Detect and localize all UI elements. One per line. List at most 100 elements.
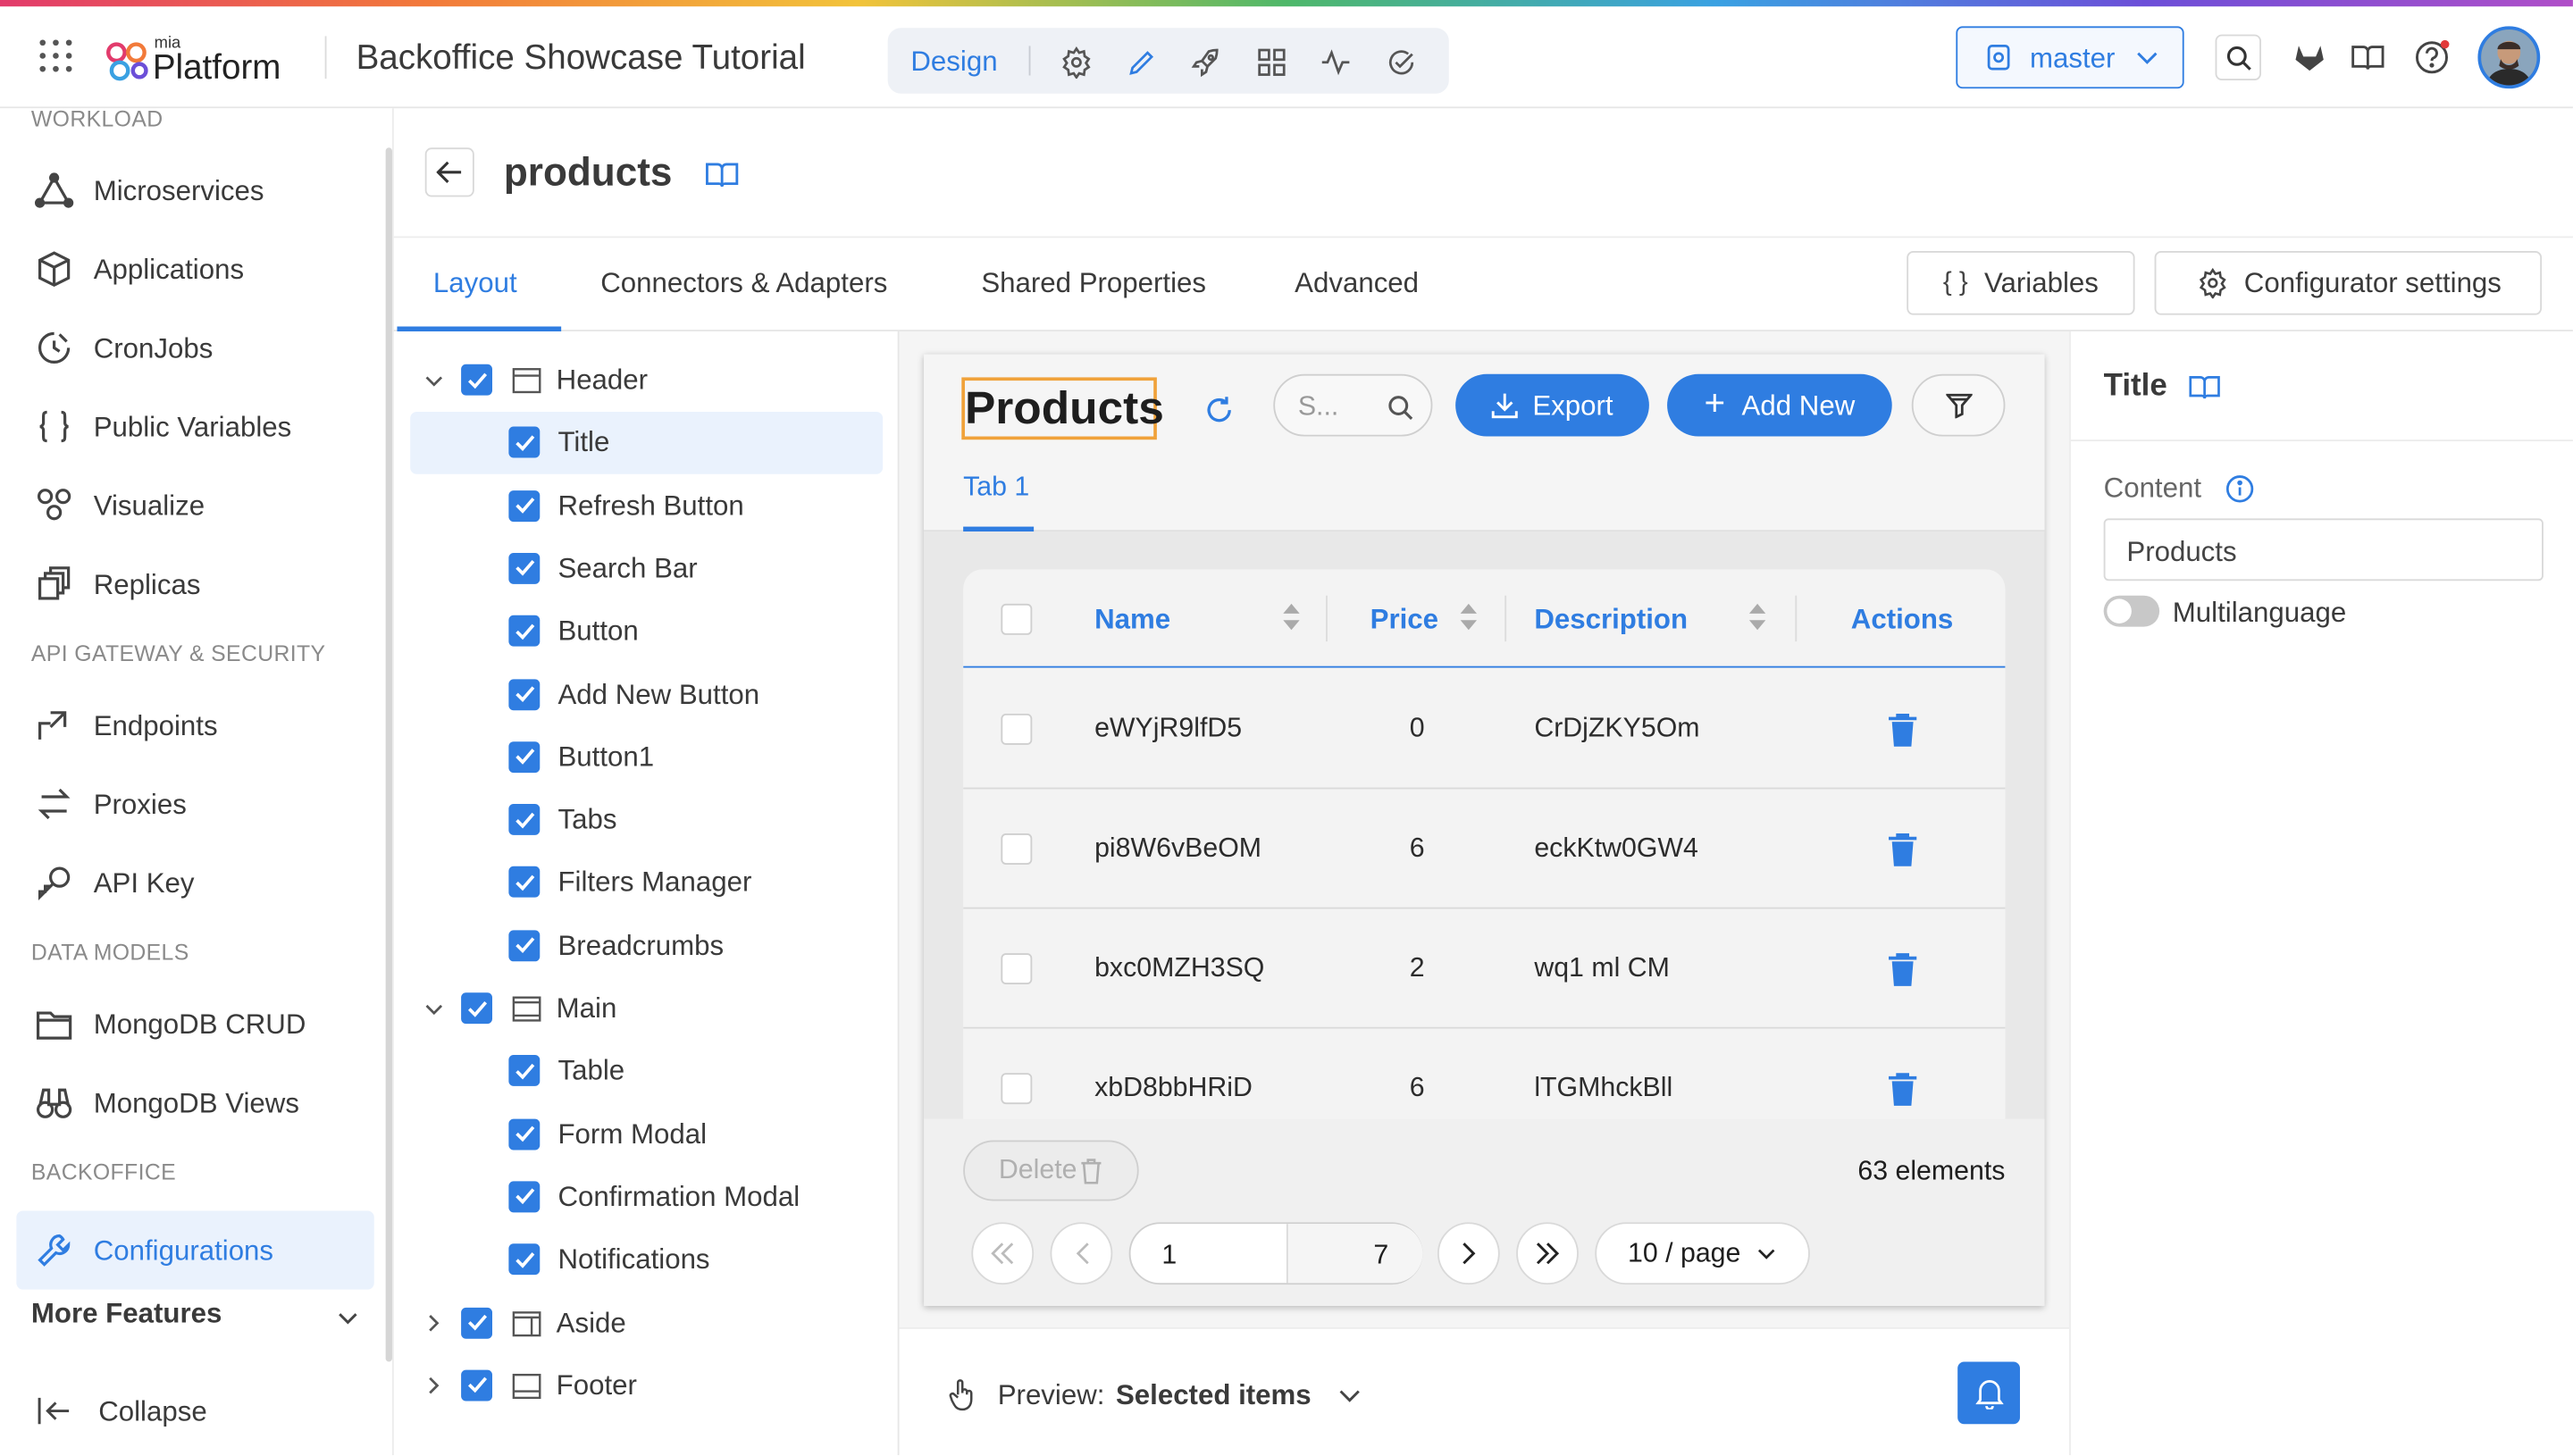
sidebar-scrollbar[interactable] xyxy=(385,147,392,1362)
next-page-button[interactable] xyxy=(1437,1222,1500,1285)
chevron-down-icon[interactable] xyxy=(1336,1383,1362,1409)
column-header-actions[interactable]: Actions xyxy=(1851,606,1954,633)
configurator-settings-button[interactable]: Configurator settings xyxy=(2154,251,2543,315)
tree-checkbox[interactable] xyxy=(508,1243,541,1276)
sidebar-item-endpoints[interactable]: Endpoints xyxy=(31,692,376,757)
select-all-checkbox[interactable] xyxy=(1001,603,1033,635)
tree-checkbox[interactable] xyxy=(508,741,541,773)
sidebar-item-api-key[interactable]: API Key xyxy=(31,849,376,915)
tree-node-confirmation-modal[interactable]: Confirmation Modal xyxy=(410,1167,883,1229)
sidebar-item-microservices[interactable]: Microservices xyxy=(31,157,376,222)
docs-book-icon[interactable] xyxy=(704,157,740,190)
trash-icon[interactable] xyxy=(1884,830,1920,869)
tree-node-button1[interactable]: Button1 xyxy=(410,726,883,789)
content-input[interactable]: Products xyxy=(2103,518,2544,582)
multilanguage-toggle[interactable] xyxy=(2103,595,2160,627)
trash-icon[interactable] xyxy=(1884,1070,1920,1109)
branch-selector[interactable]: master xyxy=(1956,26,2184,89)
tree-checkbox[interactable] xyxy=(508,490,541,522)
tree-node-header[interactable]: Header xyxy=(410,349,883,412)
trash-icon[interactable] xyxy=(1884,950,1920,989)
refresh-icon[interactable] xyxy=(1201,392,1236,428)
rocket-icon[interactable] xyxy=(1188,45,1224,80)
tree-checkbox[interactable] xyxy=(461,364,493,396)
tree-node-footer[interactable]: Footer xyxy=(410,1355,883,1418)
tree-checkbox[interactable] xyxy=(461,1369,493,1402)
prev-page-button[interactable] xyxy=(1050,1222,1113,1285)
avatar[interactable] xyxy=(2477,26,2541,89)
dashboard-icon[interactable] xyxy=(1253,45,1289,80)
chevron-right-icon[interactable] xyxy=(422,1311,445,1335)
tree-checkbox[interactable] xyxy=(508,804,541,836)
notification-bell-button[interactable] xyxy=(1957,1361,2020,1425)
table-row[interactable]: bxc0MZH3SQ 2 wq1 ml CM xyxy=(963,908,2006,1029)
tree-node-search-bar[interactable]: Search Bar xyxy=(410,538,883,600)
tree-node-title[interactable]: Title xyxy=(410,412,884,475)
sidebar-item-replicas[interactable]: Replicas xyxy=(31,551,376,616)
pencil-icon[interactable] xyxy=(1124,45,1160,80)
export-button[interactable]: Export xyxy=(1455,373,1649,437)
table-row[interactable]: xbD8bbHRiD 6 lTGMhckBll xyxy=(963,1028,2006,1119)
delete-button[interactable]: Delete xyxy=(963,1140,1139,1201)
table-row[interactable]: eWYjR9lfD5 0 CrDjZKY5Om xyxy=(963,669,2006,790)
tree-node-button[interactable]: Button xyxy=(410,601,883,664)
tree-checkbox[interactable] xyxy=(508,1117,541,1150)
tree-checkbox[interactable] xyxy=(508,615,541,648)
page-input[interactable]: 1 7 xyxy=(1128,1222,1423,1285)
page-size-select[interactable]: 10 / page xyxy=(1595,1222,1810,1285)
tree-node-aside[interactable]: Aside xyxy=(410,1292,883,1354)
add-new-button[interactable]: + Add New xyxy=(1667,373,1892,437)
sidebar-item-public-variables[interactable]: Public Variables xyxy=(31,394,376,459)
mia-platform-logo[interactable]: mia Platform xyxy=(105,29,302,88)
tree-node-notifications[interactable]: Notifications xyxy=(410,1229,883,1292)
sidebar-item-mongodb-crud[interactable]: MongoDB CRUD xyxy=(31,991,376,1056)
chevron-down-icon[interactable] xyxy=(422,369,445,392)
sidebar-item-visualize[interactable]: Visualize xyxy=(31,473,376,538)
tree-checkbox[interactable] xyxy=(508,678,541,710)
last-page-button[interactable] xyxy=(1516,1222,1579,1285)
collapse-button[interactable]: Collapse xyxy=(36,1388,364,1434)
project-title[interactable]: Backoffice Showcase Tutorial xyxy=(356,41,806,76)
tab-shared-properties[interactable]: Shared Properties xyxy=(981,269,1206,297)
chevron-down-icon[interactable] xyxy=(422,998,445,1021)
tree-node-form-modal[interactable]: Form Modal xyxy=(410,1103,883,1166)
row-checkbox[interactable] xyxy=(1001,953,1033,985)
tree-node-breadcrumbs[interactable]: Breadcrumbs xyxy=(410,915,883,977)
tree-checkbox[interactable] xyxy=(461,1306,493,1338)
activity-icon[interactable] xyxy=(1318,45,1354,80)
table-row[interactable]: pi8W6vBeOM 6 eckKtw0GW4 xyxy=(963,789,2006,909)
tree-node-filters-manager[interactable]: Filters Manager xyxy=(410,852,883,915)
sidebar-item-configurations[interactable]: Configurations xyxy=(16,1210,374,1290)
tree-checkbox[interactable] xyxy=(508,552,541,584)
settings-icon[interactable] xyxy=(1059,45,1094,80)
tree-checkbox[interactable] xyxy=(508,866,541,899)
tree-checkbox[interactable] xyxy=(508,427,541,458)
tab-layout[interactable]: Layout xyxy=(433,269,517,297)
sidebar-item-proxies[interactable]: Proxies xyxy=(31,771,376,836)
sort-icon[interactable] xyxy=(1459,602,1479,632)
apps-grid-icon[interactable] xyxy=(36,36,75,75)
preview-search-input[interactable]: S... xyxy=(1273,373,1433,437)
more-features-toggle[interactable]: More Features xyxy=(31,1300,359,1349)
first-page-button[interactable] xyxy=(971,1222,1035,1285)
check-circle-icon[interactable] xyxy=(1383,45,1419,80)
tree-node-refresh-button[interactable]: Refresh Button xyxy=(410,475,883,538)
preview-mode-select[interactable]: Selected items xyxy=(1116,1382,1312,1410)
variables-button[interactable]: { } Variables xyxy=(1907,251,2135,315)
row-checkbox[interactable] xyxy=(1001,713,1033,745)
sidebar-item-mongodb-views[interactable]: MongoDB Views xyxy=(31,1070,376,1135)
design-tab[interactable]: Design xyxy=(910,47,997,75)
tree-checkbox[interactable] xyxy=(508,1181,541,1213)
chevron-right-icon[interactable] xyxy=(422,1375,445,1398)
tree-checkbox[interactable] xyxy=(508,929,541,961)
sort-icon[interactable] xyxy=(1281,602,1301,632)
filter-button[interactable] xyxy=(1911,373,2006,437)
column-header-description[interactable]: Description xyxy=(1534,606,1688,633)
preview-title[interactable]: Products xyxy=(965,385,1164,431)
sidebar-item-cronjobs[interactable]: CronJobs xyxy=(31,315,376,381)
column-header-price[interactable]: Price xyxy=(1370,606,1438,633)
trash-icon[interactable] xyxy=(1884,710,1920,749)
tree-checkbox[interactable] xyxy=(461,992,493,1025)
docs-book-icon[interactable] xyxy=(2348,38,2387,77)
tree-checkbox[interactable] xyxy=(508,1055,541,1087)
